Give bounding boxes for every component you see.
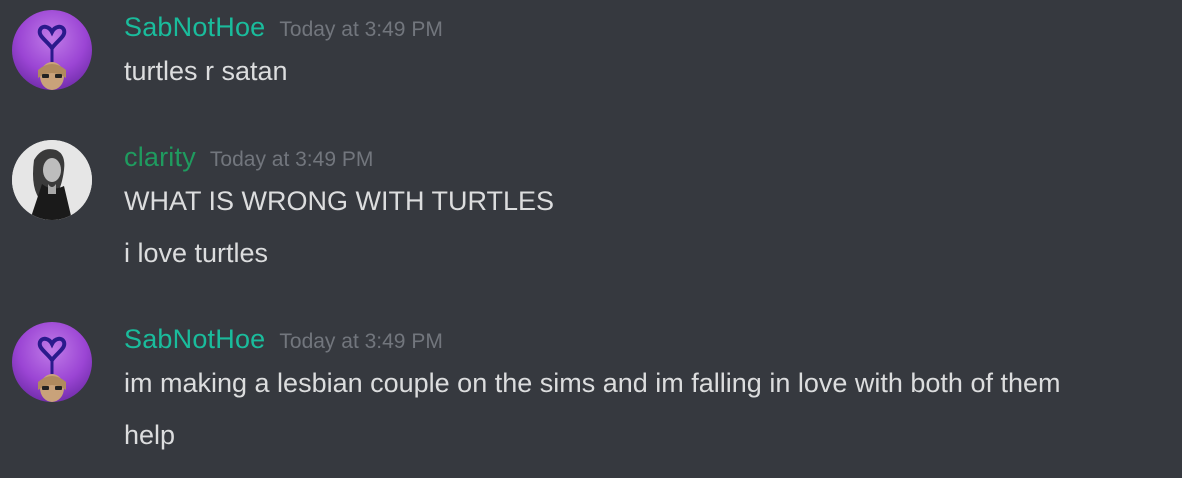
username[interactable]: SabNotHoe	[124, 12, 265, 42]
timestamp: Today at 3:49 PM	[279, 18, 443, 41]
message-text: help	[124, 420, 176, 450]
message-text: WHAT IS WRONG WITH TURTLES	[124, 186, 555, 216]
grayscale-portrait-icon	[12, 140, 92, 220]
purple-heart-balloon-icon	[12, 10, 92, 90]
chat-message-list: SabNotHoe Today at 3:49 PM turtles r sata…	[0, 0, 1182, 478]
username[interactable]: SabNotHoe	[124, 324, 265, 354]
user-avatar[interactable]	[12, 10, 92, 90]
timestamp: Today at 3:49 PM	[279, 330, 443, 353]
username[interactable]: clarity	[124, 142, 196, 172]
message-header: SabNotHoe Today at 3:49 PM	[124, 10, 443, 49]
message-header: SabNotHoe Today at 3:49 PM	[124, 322, 443, 361]
message-text: im making a lesbian couple on the sims a…	[124, 368, 1061, 398]
timestamp: Today at 3:49 PM	[209, 148, 374, 171]
user-avatar[interactable]	[12, 140, 92, 220]
purple-heart-balloon-icon	[12, 322, 92, 402]
message-text: i love turtles	[124, 238, 269, 268]
message-text: turtles r satan	[124, 56, 288, 86]
message-header: clarity Today at 3:49 PM	[124, 140, 373, 179]
user-avatar[interactable]	[12, 322, 92, 402]
